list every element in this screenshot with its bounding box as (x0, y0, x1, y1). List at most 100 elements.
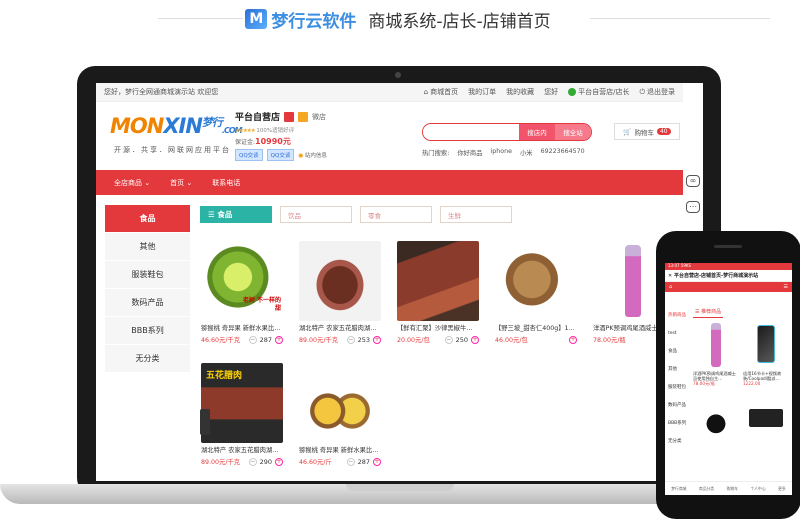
category-item[interactable]: 服装鞋包 (105, 261, 190, 288)
plus-button[interactable]: + (275, 335, 283, 344)
product-image[interactable] (693, 395, 739, 443)
logout-link[interactable]: ⏻ 退出登录 (639, 87, 675, 97)
search-all-button[interactable]: 搜全站 (555, 124, 591, 140)
qq-chat-button-2[interactable]: QQ交谈 (266, 149, 295, 161)
weidian-label[interactable]: 微店 (312, 112, 326, 122)
plus-button[interactable]: + (373, 335, 381, 344)
minus-button[interactable]: − (248, 457, 257, 466)
plus-button[interactable]: + (471, 335, 479, 344)
product-name[interactable]: 【野三坡_甜杏仁400g】1… (495, 323, 577, 332)
quantity-value[interactable]: 253 (358, 336, 370, 344)
hot-term[interactable]: 69223664570 (541, 148, 585, 157)
product-card[interactable]: 【鲜有汇聚】沙律黑椒牛… 20.00元/包 −250 + (397, 241, 479, 344)
link-my-favorites[interactable]: 我的收藏 (506, 87, 534, 97)
bottom-nav-item[interactable]: 个人中心 (750, 486, 765, 492)
search-box: 搜店内 搜全站 (422, 123, 592, 141)
plus-button[interactable]: + (275, 457, 283, 466)
tab-fresh[interactable]: 生鲜 (440, 206, 512, 223)
product-name[interactable]: 猕猴桃 奇异果 新鲜水果比… (299, 445, 381, 454)
qq-chat-button[interactable]: QQ交谈 (235, 149, 263, 161)
product-name[interactable]: 湖北特产 农家五花腊肉湖… (299, 323, 381, 332)
product-card[interactable]: 湖北特产 农家五花腊肉湖… 89.00元/千克 −253 + (299, 241, 381, 344)
menu-icon[interactable]: ☰ (784, 284, 788, 290)
rating-text: 100%适销好评 (256, 128, 295, 134)
minus-button[interactable]: − (248, 335, 257, 344)
quantity-value[interactable]: 287 (260, 336, 272, 344)
product-card[interactable]: 五花腊肉 湖北特产 农家五花腊肉湖… 89.00元/千克 −290 + (201, 363, 283, 466)
phone-product-card[interactable]: 适用16节卡+视频故装/Coolpad/酷派… 1222.00 (743, 321, 789, 386)
user-greeting: 您好 (544, 87, 558, 97)
product-card[interactable]: 猕猴桃 奇异果 新鲜水果比… 46.60元/斤 −287 + (299, 363, 381, 466)
product-card[interactable]: 老树 不一样的 甜 猕猴桃 奇异果 新鲜水果比… 46.60元/千克 −287 + (201, 241, 283, 344)
site-logo[interactable]: MONXIN梦行.COM (110, 114, 243, 138)
home-icon[interactable]: ⌂ (669, 284, 672, 290)
tab-drinks[interactable]: 饮品 (280, 206, 352, 223)
phone-category[interactable]: test (665, 324, 689, 342)
phone-category[interactable]: 无分类 (665, 432, 689, 450)
product-image[interactable]: 五花腊肉 (201, 363, 283, 443)
product-name[interactable]: 湖北特产 农家五花腊肉湖… (201, 445, 283, 454)
category-item[interactable]: 无分类 (105, 345, 190, 372)
minus-button[interactable]: − (346, 457, 355, 466)
shop-name[interactable]: 平台自营店 (235, 110, 280, 123)
product-image[interactable] (693, 321, 739, 369)
hot-term[interactable]: 小米 (520, 148, 533, 157)
nav-home[interactable]: 首页 ⌄ (170, 178, 192, 188)
phone-category[interactable]: 热销商品 (665, 306, 689, 324)
hot-term[interactable]: iphone (491, 148, 512, 157)
cart-button[interactable]: 🛒 购物车 40 (614, 123, 680, 140)
bottom-nav-item[interactable]: 梦行商城 (671, 486, 686, 492)
phone-product-card[interactable] (693, 395, 739, 443)
nav-all-products[interactable]: 全店商品 ⌄ (114, 178, 150, 188)
phone-category[interactable]: 数码产品 (665, 396, 689, 414)
tab-snacks[interactable]: 零食 (360, 206, 432, 223)
message-link[interactable]: ● 站内信息 (298, 151, 327, 159)
message-icon[interactable]: ⋯ (686, 201, 700, 213)
plus-button[interactable]: + (569, 335, 577, 344)
phone-category[interactable]: 其他 (665, 360, 689, 378)
product-image[interactable] (743, 395, 789, 443)
phone-product-card[interactable]: 洋酒PK预调鸡尾酒威士忌使用独自主… 78.00元/瓶 (693, 321, 739, 387)
product-name[interactable]: 洋酒PK预调鸡尾酒威士忌使用独自主… (693, 371, 739, 381)
phone-product-card[interactable] (743, 395, 789, 443)
quantity-value[interactable]: 287 (358, 458, 370, 466)
link-mall-home[interactable]: ⌂ 商城首页 (424, 87, 458, 97)
plus-button[interactable]: + (373, 457, 381, 466)
scroll-handle[interactable] (200, 409, 210, 435)
search-input[interactable] (423, 124, 519, 140)
product-image[interactable] (743, 321, 789, 369)
quantity-value[interactable]: 290 (260, 458, 272, 466)
product-image[interactable] (299, 363, 381, 443)
product-image[interactable] (299, 241, 381, 321)
product-image[interactable]: 老树 不一样的 甜 (201, 241, 283, 321)
category-item[interactable]: 其他 (105, 233, 190, 260)
product-image-tag: 五花腊肉 (206, 371, 243, 381)
minus-button[interactable]: − (346, 335, 355, 344)
tab-food[interactable]: ☰ 食品 (200, 206, 272, 223)
product-card[interactable]: 【野三坡_甜杏仁400g】1… 46.00元/包 + (495, 241, 577, 344)
search-shop-button[interactable]: 搜店内 (519, 124, 555, 140)
bottom-nav-item[interactable]: 商品分类 (699, 486, 714, 492)
phone-category[interactable]: 食品 (665, 342, 689, 360)
link-my-orders[interactable]: 我的订单 (468, 87, 496, 97)
weidian-icon (298, 111, 309, 122)
product-image[interactable] (397, 241, 479, 321)
bottom-nav-item[interactable]: 购物车 (727, 486, 738, 492)
bottom-nav-item[interactable]: 更多 (778, 486, 786, 492)
link-store-admin[interactable]: 平台自营店/店长 (568, 87, 629, 97)
nav-contact[interactable]: 联系电话 (212, 178, 240, 188)
category-item[interactable]: 数码产品 (105, 289, 190, 316)
chat-icon[interactable]: ∞ (686, 175, 700, 187)
minus-button[interactable]: − (444, 335, 453, 344)
phone-category[interactable]: 服装鞋包 (665, 378, 689, 396)
phone-category[interactable]: BBB系列 (665, 414, 689, 432)
category-item[interactable]: 食品 (105, 205, 190, 232)
category-item[interactable]: BBB系列 (105, 317, 190, 344)
product-name[interactable]: 【鲜有汇聚】沙律黑椒牛… (397, 323, 479, 332)
product-image[interactable] (495, 241, 577, 321)
product-name[interactable]: 猕猴桃 奇异果 新鲜水果比… (201, 323, 283, 332)
hot-term[interactable]: 你好商品 (457, 148, 482, 157)
phone-tab-recommended[interactable]: ☰ 推荐商品 (693, 306, 724, 318)
product-name[interactable]: 适用16节卡+视频故装/Coolpad/酷派… (743, 371, 789, 381)
quantity-value[interactable]: 250 (456, 336, 468, 344)
